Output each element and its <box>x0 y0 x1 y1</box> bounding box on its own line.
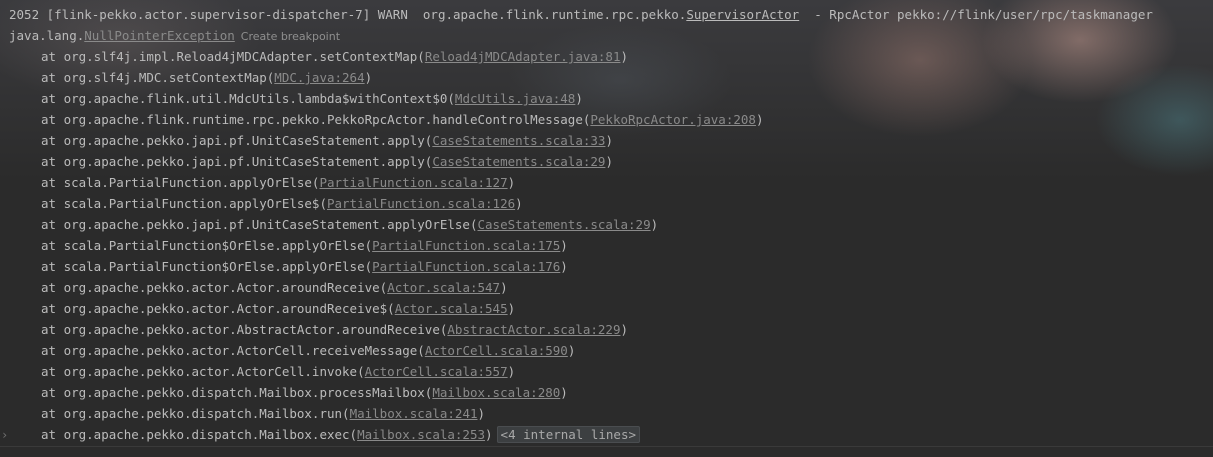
closing-paren: ) <box>620 49 629 64</box>
closing-paren: ) <box>507 364 516 379</box>
stack-frame-text: at org.apache.pekko.actor.ActorCell.rece… <box>41 343 425 358</box>
stack-frame-line: at org.apache.pekko.dispatch.Mailbox.pro… <box>9 382 1213 403</box>
closing-paren: ) <box>485 427 493 442</box>
stack-frame-text: at scala.PartialFunction$OrElse.applyOrE… <box>41 259 373 274</box>
closing-paren: ) <box>560 238 568 253</box>
closing-paren: ) <box>364 70 373 85</box>
stack-frame-line: at org.apache.pekko.actor.ActorCell.rece… <box>9 340 1213 361</box>
stack-frame-line: at scala.PartialFunction$OrElse.applyOrE… <box>9 256 1213 277</box>
stack-frame-text: at org.apache.pekko.dispatch.Mailbox.run… <box>41 406 350 421</box>
source-file-link[interactable]: PartialFunction.scala:176 <box>372 259 560 274</box>
console-bottom-bar <box>0 446 1213 457</box>
console-output[interactable]: 2052 [flink-pekko.actor.supervisor-dispa… <box>9 4 1213 445</box>
stack-frame-text: at org.apache.pekko.dispatch.Mailbox.pro… <box>41 385 433 400</box>
stack-frame-text: at org.slf4j.MDC.setContextMap( <box>41 70 275 85</box>
closing-paren: ) <box>605 133 613 148</box>
source-file-link[interactable]: CaseStatements.scala:33 <box>432 133 605 148</box>
stack-frames: at org.slf4j.impl.Reload4jMDCAdapter.set… <box>9 46 1213 445</box>
exception-prefix: java.lang. <box>9 28 85 43</box>
stack-frame-line: at org.apache.pekko.actor.Actor.aroundRe… <box>9 277 1213 298</box>
source-file-link[interactable]: PekkoRpcActor.java:208 <box>590 112 756 127</box>
source-file-link[interactable]: Mailbox.scala:241 <box>350 406 478 421</box>
source-file-link[interactable]: Actor.scala:547 <box>387 280 500 295</box>
stack-frame-line: at org.slf4j.impl.Reload4jMDCAdapter.set… <box>9 46 1213 67</box>
stack-frame-text: at org.apache.flink.runtime.rpc.pekko.Pe… <box>41 112 591 127</box>
stack-frame-line: at org.apache.flink.runtime.rpc.pekko.Pe… <box>9 109 1213 130</box>
source-file-link[interactable]: PartialFunction.scala:126 <box>327 196 515 211</box>
stack-frame-text: at scala.PartialFunction.applyOrElse( <box>41 175 320 190</box>
stack-frame-line: at scala.PartialFunction.applyOrElse$(Pa… <box>9 193 1213 214</box>
source-file-link[interactable]: ActorCell.scala:590 <box>425 343 568 358</box>
source-file-link[interactable]: Mailbox.scala:280 <box>432 385 560 400</box>
source-file-link[interactable]: AbstractActor.scala:229 <box>447 322 620 337</box>
source-file-link[interactable]: PartialFunction.scala:175 <box>372 238 560 253</box>
closing-paren: ) <box>575 91 583 106</box>
stack-frame-text: at org.apache.pekko.actor.AbstractActor.… <box>41 322 448 337</box>
stack-frame-line: at org.apache.flink.util.MdcUtils.lambda… <box>9 88 1213 109</box>
source-file-link[interactable]: Reload4jMDCAdapter.java:81 <box>425 49 621 64</box>
closing-paren: ) <box>755 112 764 127</box>
stack-frame-line: at org.apache.pekko.actor.Actor.aroundRe… <box>9 298 1213 319</box>
stack-frame-line: at org.apache.pekko.dispatch.Mailbox.run… <box>9 403 1213 424</box>
source-file-link[interactable]: MdcUtils.java:48 <box>455 91 575 106</box>
closing-paren: ) <box>560 385 568 400</box>
stack-frame-line: at scala.PartialFunction.applyOrElse(Par… <box>9 172 1213 193</box>
warn-line-text: 2052 [flink-pekko.actor.supervisor-dispa… <box>9 7 687 22</box>
source-file-link[interactable]: ActorCell.scala:557 <box>365 364 508 379</box>
closing-paren: ) <box>515 196 523 211</box>
stack-frame-line: at org.apache.pekko.japi.pf.UnitCaseStat… <box>9 151 1213 172</box>
source-file-link[interactable]: CaseStatements.scala:29 <box>432 154 605 169</box>
closing-paren: ) <box>605 154 613 169</box>
stack-frame-text: at org.apache.pekko.dispatch.Mailbox.exe… <box>41 427 358 442</box>
source-file-link[interactable]: Actor.scala:545 <box>395 301 508 316</box>
stack-frame-line: at org.apache.pekko.actor.AbstractActor.… <box>9 319 1213 340</box>
create-breakpoint-link[interactable]: Create breakpoint <box>241 30 340 43</box>
closing-paren: ) <box>620 322 629 337</box>
closing-paren: ) <box>507 301 516 316</box>
stack-frame-text: at org.apache.pekko.actor.Actor.aroundRe… <box>41 301 395 316</box>
exception-line: java.lang.NullPointerException Create bre… <box>9 25 1213 46</box>
stack-frame-text: at org.apache.pekko.actor.Actor.aroundRe… <box>41 280 388 295</box>
closing-paren: ) <box>560 259 568 274</box>
closing-paren: ) <box>507 175 516 190</box>
stack-frame-line: at org.slf4j.MDC.setContextMap(MDC.java:… <box>9 67 1213 88</box>
exception-class-link[interactable]: NullPointerException <box>84 28 235 43</box>
stack-frame-text: at org.apache.pekko.japi.pf.UnitCaseStat… <box>41 217 478 232</box>
closing-paren: ) <box>477 406 486 421</box>
stack-frame-text: at org.apache.pekko.japi.pf.UnitCaseStat… <box>41 133 433 148</box>
source-file-link[interactable]: MDC.java:264 <box>274 70 364 85</box>
source-file-link[interactable]: CaseStatements.scala:29 <box>478 217 651 232</box>
stack-frame-text: at org.slf4j.impl.Reload4jMDCAdapter.set… <box>41 49 425 64</box>
stack-frame-line: at scala.PartialFunction$OrElse.applyOrE… <box>9 235 1213 256</box>
stack-frame-text: at org.apache.flink.util.MdcUtils.lambda… <box>41 91 455 106</box>
stack-frame-text: at scala.PartialFunction.applyOrElse$( <box>41 196 327 211</box>
closing-paren: ) <box>500 280 508 295</box>
stack-frame-line: at org.apache.pekko.actor.ActorCell.invo… <box>9 361 1213 382</box>
stack-frame-line: at org.apache.pekko.japi.pf.UnitCaseStat… <box>9 214 1213 235</box>
stack-frame-text: at scala.PartialFunction$OrElse.applyOrE… <box>41 238 373 253</box>
warn-log-line: 2052 [flink-pekko.actor.supervisor-dispa… <box>9 4 1213 25</box>
warn-line-tail: - RpcActor pekko://flink/user/rpc/taskma… <box>799 7 1153 22</box>
chevron-right-icon[interactable]: › <box>1 425 8 446</box>
stack-frame-text: at org.apache.pekko.japi.pf.UnitCaseStat… <box>41 154 433 169</box>
closing-paren: ) <box>650 217 659 232</box>
closing-paren: ) <box>567 343 576 358</box>
stack-frame-text: at org.apache.pekko.actor.ActorCell.invo… <box>41 364 365 379</box>
source-file-link[interactable]: Mailbox.scala:253 <box>357 427 485 442</box>
supervisor-actor-link[interactable]: SupervisorActor <box>686 7 799 22</box>
internal-lines-fold[interactable]: <4 internal lines> <box>496 426 641 443</box>
source-file-link[interactable]: PartialFunction.scala:127 <box>319 175 507 190</box>
stack-frame-line: at org.apache.pekko.dispatch.Mailbox.exe… <box>9 424 1213 445</box>
stack-frame-line: at org.apache.pekko.japi.pf.UnitCaseStat… <box>9 130 1213 151</box>
